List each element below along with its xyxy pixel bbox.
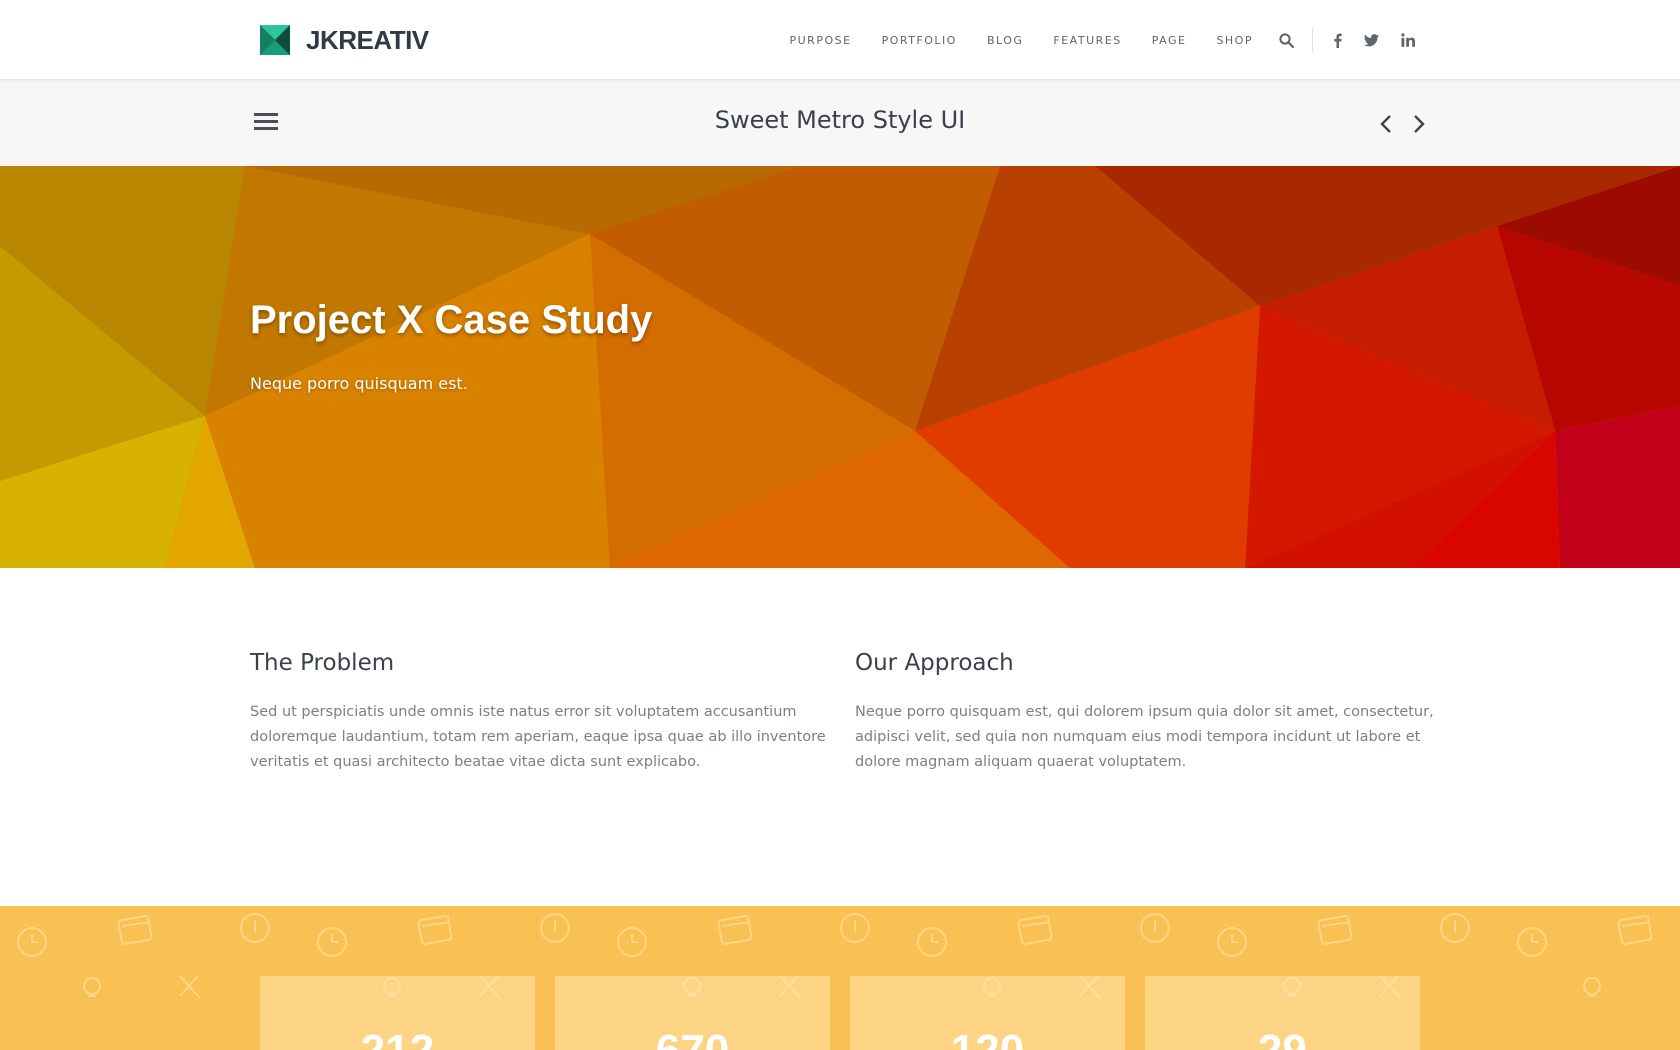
hero-banner: Project X Case Study Neque porro quisqua… bbox=[0, 166, 1680, 568]
portfolio-navbar: Sweet Metro Style UI bbox=[0, 80, 1680, 166]
portfolio-arrows bbox=[1372, 110, 1433, 138]
twitter-icon[interactable] bbox=[1364, 33, 1379, 47]
chevron-right-icon[interactable] bbox=[1405, 110, 1433, 138]
nav-item-purpose[interactable]: PURPOSE bbox=[790, 34, 852, 47]
nav-divider bbox=[1312, 28, 1313, 52]
nav-item-blog[interactable]: BLOG bbox=[987, 34, 1023, 47]
stat-value: 29 bbox=[1145, 1026, 1420, 1050]
stat-value: 670 bbox=[555, 1026, 830, 1050]
hero-title: Project X Case Study bbox=[250, 298, 653, 342]
main-nav: PURPOSE PORTFOLIO BLOG FEATURES PAGE SHO… bbox=[760, 0, 1415, 80]
site-header: JKREATIV PURPOSE PORTFOLIO BLOG FEATURES… bbox=[0, 0, 1680, 80]
search-icon[interactable] bbox=[1279, 32, 1294, 48]
nav-item-features[interactable]: FEATURES bbox=[1053, 34, 1121, 47]
logo-icon bbox=[260, 25, 290, 55]
hero-subtitle: Neque porro quisquam est. bbox=[250, 374, 468, 393]
problem-text: Sed ut perspiciatis unde omnis iste natu… bbox=[250, 704, 826, 770]
stats-section: 212 670 120 29 bbox=[0, 906, 1680, 1050]
stat-card-1: 212 bbox=[260, 976, 535, 1050]
approach-section: Our Approach Neque porro quisquam est, q… bbox=[855, 650, 1435, 775]
logo[interactable]: JKREATIV bbox=[260, 24, 429, 56]
problem-heading: The Problem bbox=[250, 650, 395, 676]
linkedin-icon[interactable] bbox=[1401, 33, 1415, 47]
stat-value: 120 bbox=[850, 1026, 1125, 1050]
stat-card-2: 670 bbox=[555, 976, 830, 1050]
stat-value: 212 bbox=[260, 1026, 535, 1050]
problem-section: The Problem Sed ut perspiciatis unde omn… bbox=[250, 650, 830, 775]
approach-text: Neque porro quisquam est, qui dolorem ip… bbox=[855, 704, 1434, 770]
stat-card-3: 120 bbox=[850, 976, 1125, 1050]
approach-heading: Our Approach bbox=[855, 650, 1014, 676]
stat-card-4: 29 bbox=[1145, 976, 1420, 1050]
nav-item-shop[interactable]: SHOP bbox=[1216, 34, 1253, 47]
icon-pattern-background bbox=[17, 913, 1680, 999]
brand-name: JKREATIV bbox=[306, 24, 429, 55]
chevron-left-icon[interactable] bbox=[1372, 110, 1400, 138]
facebook-icon[interactable] bbox=[1333, 33, 1342, 48]
nav-item-page[interactable]: PAGE bbox=[1152, 34, 1187, 47]
polygon-background bbox=[0, 166, 1680, 568]
nav-item-portfolio[interactable]: PORTFOLIO bbox=[882, 34, 957, 47]
